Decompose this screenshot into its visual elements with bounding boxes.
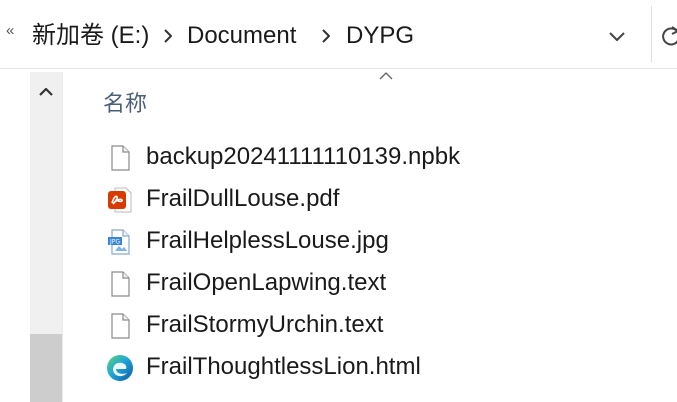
breadcrumb-drive[interactable]: 新加卷 (E:) (32, 20, 149, 52)
generic-file-icon (111, 145, 130, 171)
file-name: FrailOpenLapwing.text (146, 269, 387, 296)
refresh-icon (662, 26, 677, 46)
edge-browser-icon (107, 355, 133, 381)
breadcrumb-overflow-button[interactable]: « (6, 22, 14, 39)
file-row[interactable]: FrailOpenLapwing.text (100, 263, 677, 305)
generic-file-icon (111, 271, 130, 297)
scrollbar-thumb[interactable] (30, 334, 62, 402)
chevron-right-icon[interactable] (318, 28, 334, 44)
svg-text:JPG: JPG (109, 239, 120, 246)
file-name: backup20241111110139.npbk (146, 143, 461, 170)
address-history-dropdown[interactable] (600, 22, 634, 50)
file-row[interactable]: FrailStormyUrchin.text (100, 305, 677, 347)
breadcrumb-document[interactable]: Document (187, 20, 296, 52)
file-name: FrailDullLouse.pdf (146, 185, 340, 212)
file-row[interactable]: FrailThoughtlessLion.html (100, 347, 677, 389)
file-name: FrailHelplessLouse.jpg (146, 227, 389, 254)
breadcrumb-dypg[interactable]: DYPG (346, 20, 414, 52)
file-name: FrailStormyUrchin.text (146, 311, 384, 338)
navigation-pane-scrollbar[interactable] (30, 72, 62, 402)
chevron-right-icon[interactable] (160, 28, 176, 44)
pane-divider (62, 72, 63, 402)
file-row[interactable]: backup20241111110139.npbk (100, 137, 677, 179)
refresh-button[interactable] (660, 22, 677, 50)
jpg-file-icon: JPG (108, 229, 130, 255)
file-name: FrailThoughtlessLion.html (146, 353, 421, 380)
file-row[interactable]: JPG FrailHelplessLouse.jpg (100, 221, 677, 263)
chevron-down-icon (609, 32, 625, 41)
generic-file-icon (111, 313, 130, 339)
file-row[interactable]: FrailDullLouse.pdf (100, 179, 677, 221)
address-bar[interactable]: « 新加卷 (E:) Document DYPG (0, 0, 677, 69)
column-header-name[interactable]: 名称 (103, 86, 147, 118)
pdf-file-icon (108, 187, 132, 213)
address-divider (651, 6, 652, 62)
sort-ascending-icon (379, 72, 393, 80)
chevron-up-icon (39, 87, 53, 96)
scroll-up-button[interactable] (30, 80, 62, 104)
file-list: backup20241111110139.npbk FrailDullLouse… (100, 137, 677, 389)
